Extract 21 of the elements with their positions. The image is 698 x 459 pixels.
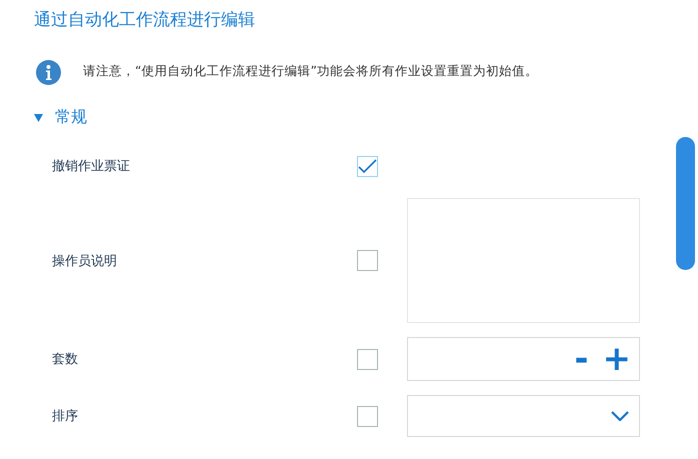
section-header[interactable]: 常规 <box>34 107 87 128</box>
checkmark-icon <box>358 158 377 174</box>
dropdown[interactable] <box>407 395 640 437</box>
notice-text: 请注意，“使用自动化工作流程进行编辑”功能会将所有作业设置重置为初始值。 <box>83 62 538 80</box>
page-title: 通过自动化工作流程进行编辑 <box>34 9 256 32</box>
setting-label: 套数 <box>51 351 79 368</box>
setting-label: 操作员说明 <box>51 252 118 270</box>
number-field[interactable]: - + <box>407 337 640 381</box>
checkbox[interactable] <box>357 156 378 176</box>
setting-label: 排序 <box>51 408 79 425</box>
plus-button[interactable]: + <box>600 344 633 374</box>
text-area[interactable] <box>407 198 640 323</box>
checkbox[interactable] <box>357 250 378 271</box>
chevron-down-icon <box>611 411 629 421</box>
triangle-icon <box>34 114 43 122</box>
setting-label: 撤销作业票证 <box>51 158 131 175</box>
checkbox[interactable] <box>357 348 378 370</box>
minus-button[interactable]: - <box>572 344 590 374</box>
checkbox[interactable] <box>357 406 378 426</box>
info-icon <box>36 60 61 85</box>
scrollbar[interactable] <box>676 137 695 270</box>
